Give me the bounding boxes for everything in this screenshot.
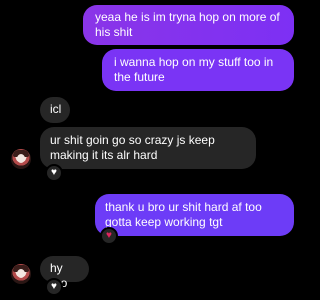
avatar-face: [17, 269, 25, 278]
heart-reaction-icon[interactable]: ♥: [45, 164, 63, 182]
message-text: i wanna hop on my stuff too in the futur…: [114, 55, 274, 84]
received-message-bubble[interactable]: hy bro: [40, 256, 89, 290]
message-text: icl: [50, 102, 62, 116]
received-message-bubble[interactable]: icl: [40, 97, 70, 123]
contact-avatar[interactable]: [11, 149, 31, 169]
contact-avatar[interactable]: [11, 264, 31, 284]
heart-reaction-icon[interactable]: ♥: [100, 227, 118, 245]
avatar-face: [17, 154, 25, 163]
message-text: yeaa he is im tryna hop on more of his s…: [95, 10, 280, 39]
sent-message-bubble[interactable]: yeaa he is im tryna hop on more of his s…: [83, 5, 294, 45]
sent-message-bubble[interactable]: thank u bro ur shit hard af too gotta ke…: [95, 194, 294, 236]
sent-message-bubble[interactable]: i wanna hop on my stuff too in the futur…: [102, 49, 294, 91]
received-message-bubble[interactable]: ur shit goin go so crazy js keep making …: [40, 127, 256, 169]
message-text: ur shit goin go so crazy js keep making …: [50, 133, 215, 162]
message-text: thank u bro ur shit hard af too gotta ke…: [105, 200, 262, 229]
heart-reaction-icon[interactable]: ♥: [45, 278, 63, 296]
